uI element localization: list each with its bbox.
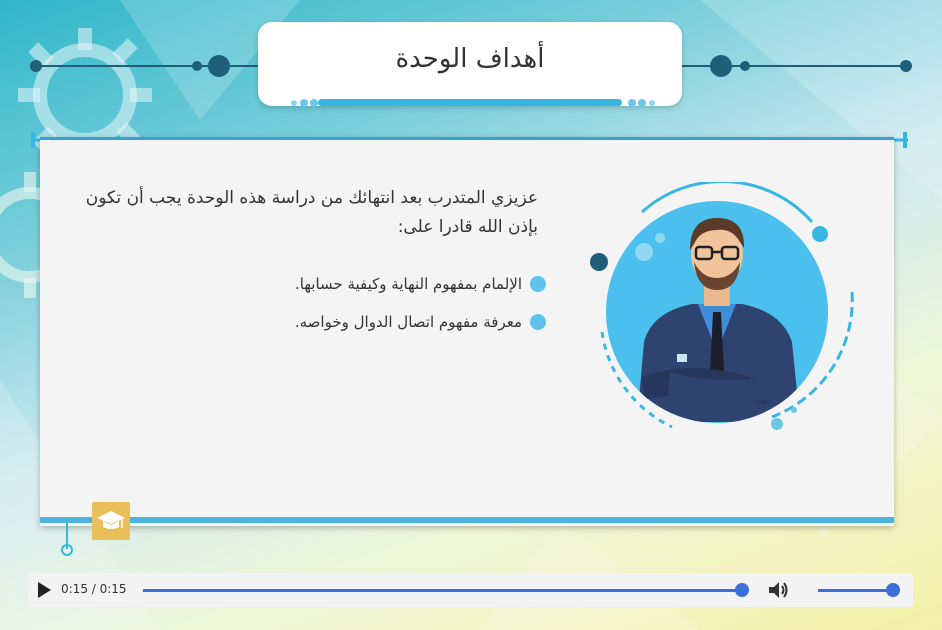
graduation-cap-icon [92,502,130,540]
volume-icon[interactable] [768,581,790,599]
time-display: 0:15 / 0:15 [61,582,127,596]
volume-slider[interactable] [818,589,888,592]
bottom-left-connector [61,523,73,556]
objective-item: الإلمام بمفهوم النهاية وكيفية حسابها. [122,273,546,295]
objectives-intro-block: عزيزي المتدرب بعد انتهائك من دراسة هذه ا… [58,184,538,242]
bullet-dot-icon [530,314,546,330]
seek-bar[interactable] [143,589,743,592]
title-box: أهداف الوحدة [258,22,682,106]
seek-handle[interactable] [735,583,749,597]
page-title: أهداف الوحدة [395,44,545,74]
slide-stage: أهداف الوحدة عزيزي المتدرب بعد انتهائك م… [0,0,942,630]
objective-text: معرفة مفهوم اتصال الدوال وخواصه. [294,313,522,331]
card-bottom-border [40,517,894,523]
bullet-dot-icon [530,276,546,292]
objective-item: معرفة مفهوم اتصال الدوال وخواصه. [122,311,546,333]
play-icon[interactable] [38,582,51,598]
audio-player: 0:15 / 0:15 [28,573,913,607]
title-dots [291,99,655,107]
intro-text: عزيزي المتدرب بعد انتهائك من دراسة هذه ا… [85,188,538,237]
teacher-avatar-icon [590,182,854,430]
volume-handle[interactable] [886,583,900,597]
objective-text: الإلمام بمفهوم النهاية وكيفية حسابها. [295,275,522,293]
